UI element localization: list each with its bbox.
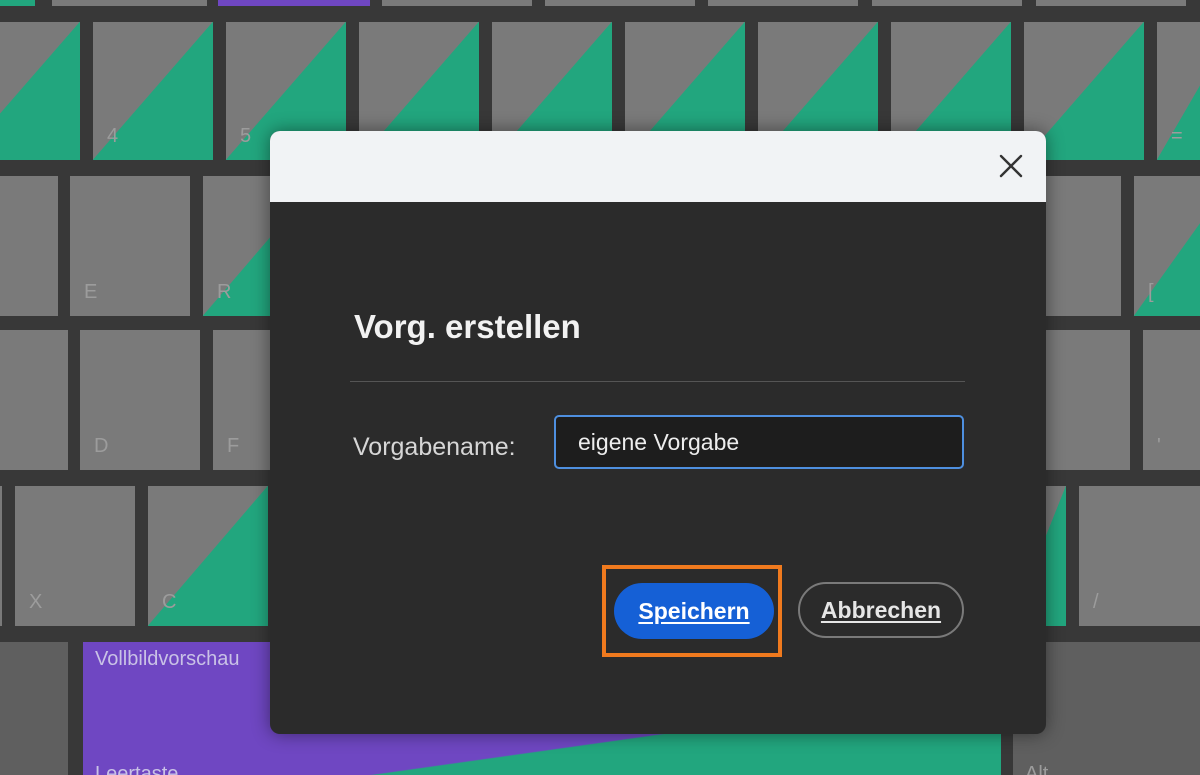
keyboard-key-4[interactable]: 4 xyxy=(93,22,213,160)
key-label: X xyxy=(29,591,43,613)
keyboard-key-c[interactable]: C xyxy=(148,486,268,626)
key-label: 4 xyxy=(107,125,119,147)
keyboard-key[interactable] xyxy=(708,0,858,6)
close-icon xyxy=(999,154,1023,178)
key-label: = xyxy=(1171,125,1183,147)
cancel-button[interactable]: Abbrechen xyxy=(798,582,964,638)
keyboard-key[interactable] xyxy=(1036,0,1186,6)
key-label: ' xyxy=(1157,435,1161,457)
key-label: C xyxy=(162,591,177,613)
keyboard-key-slash[interactable]: / xyxy=(1079,486,1200,626)
key-label: [ xyxy=(1148,281,1154,303)
keyboard-key[interactable] xyxy=(0,176,58,316)
keyboard-key[interactable] xyxy=(0,486,2,626)
key-label: F xyxy=(227,435,240,457)
key-label: 5 xyxy=(240,125,252,147)
keyboard-key[interactable] xyxy=(0,330,68,470)
keyboard-key[interactable] xyxy=(218,0,370,6)
keyboard-key-x[interactable]: X xyxy=(15,486,135,626)
create-preset-dialog: Vorg. erstellen Vorgabename: Speichern A… xyxy=(270,131,1046,734)
divider xyxy=(350,381,965,382)
keyboard-key-bracket[interactable]: [ xyxy=(1134,176,1200,316)
key-label-fullscreen-preview: Vollbildvorschau xyxy=(95,648,240,670)
keyboard-key[interactable] xyxy=(0,0,35,6)
key-label: Alt xyxy=(1025,763,1049,775)
keyboard-key[interactable] xyxy=(872,0,1022,6)
dialog-header xyxy=(270,131,1046,202)
keyboard-key[interactable] xyxy=(52,0,207,6)
key-label: R xyxy=(217,281,232,303)
keyboard-key[interactable] xyxy=(0,22,80,160)
keyboard-key-equals[interactable]: = xyxy=(1157,22,1200,160)
keyboard-key-e[interactable]: E xyxy=(70,176,190,316)
keyboard-key[interactable] xyxy=(382,0,532,6)
save-button[interactable]: Speichern xyxy=(614,583,774,639)
keyboard-key-quote[interactable]: ' xyxy=(1143,330,1200,470)
dialog-title: Vorg. erstellen xyxy=(354,308,581,345)
keyboard-key-d[interactable]: D xyxy=(80,330,200,470)
preset-name-label: Vorgabename: xyxy=(353,433,516,461)
key-label: / xyxy=(1093,591,1099,613)
close-button[interactable] xyxy=(996,151,1026,181)
key-label-space: Leertaste xyxy=(95,763,179,775)
keyboard-key[interactable] xyxy=(0,642,68,775)
keyboard-shortcut-background: 4 5 = E R [ D F ' X C / Vollbildvorschau… xyxy=(0,0,1200,775)
keyboard-key[interactable] xyxy=(545,0,695,6)
preset-name-input[interactable] xyxy=(554,415,964,469)
key-label: E xyxy=(84,281,98,303)
key-label: D xyxy=(94,435,109,457)
